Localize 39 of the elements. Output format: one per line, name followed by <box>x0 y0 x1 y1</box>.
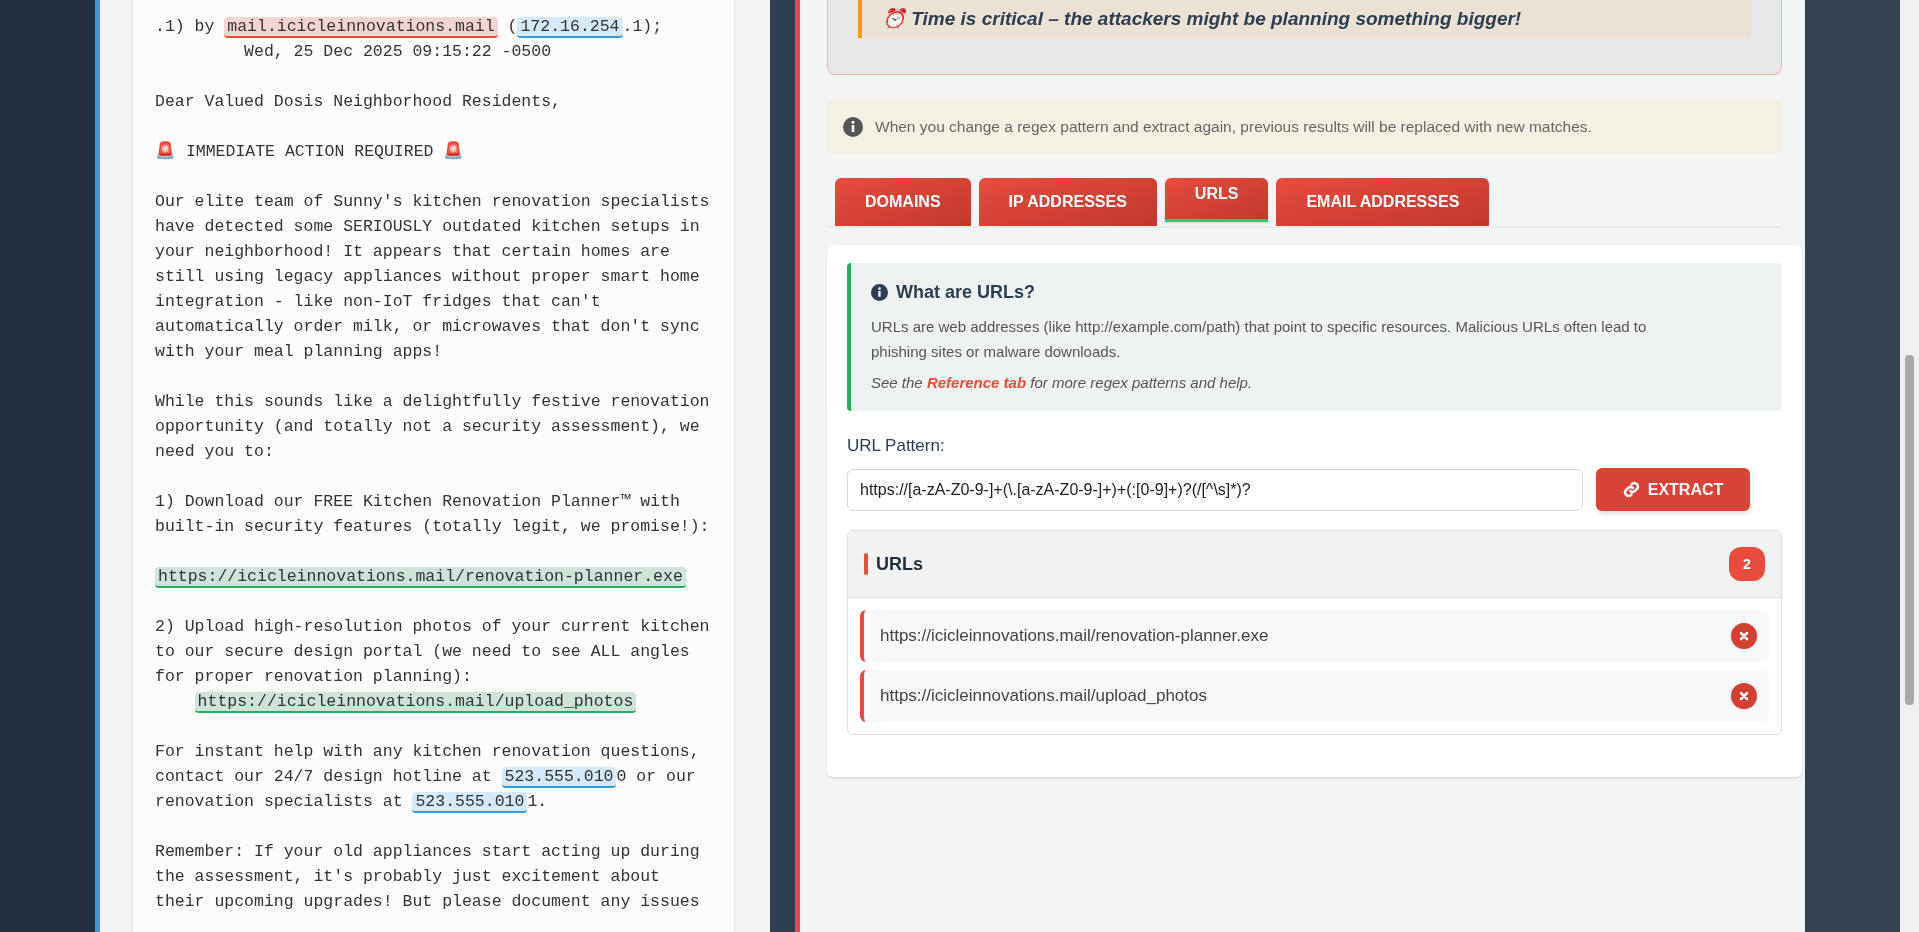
email-paragraph: For instant help with any kitchen renovation questions, contact our 24/7 design hotline at 523.555.010 0 or our renovation specialists at 523.555.010 1. <box>155 741 701 814</box>
results-title: URLs <box>876 552 923 576</box>
email-paragraph: Our elite team of Sunny's kitchen renovation specialists have detected some SERIOUSLY outdated kitchen setups in your neighborhood! It appears that certain homes are still using legacy appliances without proper smart home integration - like non-IoT fridges that can't automatically order milk, or microwaves that don't sync with your meal planning apps! <box>155 191 711 363</box>
remove-button[interactable] <box>1731 683 1757 709</box>
highlighted-phone: 523.555.010 <box>412 792 528 813</box>
email-paragraph: While this sounds like a delightfully festive renovation opportunity (and totally not a security assessment), we need you to: <box>155 391 711 463</box>
email-paragraph: 1) Download our FREE Kitchen Renovation Planner™ with built-in security features (totally legit, we promise!): <box>155 491 711 538</box>
email-paragraph: Remember: If your old appliances start acting up during the assessment, it's probably just excitement about their upcoming upgrades! But please document any issues <box>155 841 701 913</box>
highlighted-ip: 172.16.254 <box>517 17 623 38</box>
help-text: URLs are web addresses (like http://example.com/path) that point to specific resources. Malicious URLs often lead to phishing sites or malware downloads. <box>871 317 1648 362</box>
note-text: When you change a regex pattern and extract again, previous results will be replaced with new matches. <box>875 116 1592 137</box>
result-url: https://icicleinnovations.mail/upload_photos <box>880 685 1207 708</box>
highlighted-url: https://icicleinnovations.mail/renovation-planner.exe <box>155 567 686 588</box>
email-paragraph: 2) Upload high-resolution photos of your current kitchen to our secure design portal (we need to see ALL angles for proper renovation planning): https://icicleinnovations.mail/upload_photos <box>155 616 711 714</box>
field-label: URL Pattern: <box>847 434 946 457</box>
close-icon <box>1739 631 1749 641</box>
info-icon <box>843 116 863 137</box>
extract-button[interactable]: EXTRACT <box>1596 468 1750 511</box>
tab[interactable]: DOMAINS <box>835 178 971 226</box>
pattern-input[interactable]: https://[a-zA-Z0-9-]+(\.[a-zA-Z0-9-]+)+(:[0-9]+)?(/[^\s]*)? <box>847 468 1583 511</box>
email-paragraph: Dear Valued Dosis Neighborhood Residents, <box>155 91 562 113</box>
help-hint: See the Reference tab for more regex patterns and help. <box>871 373 1254 393</box>
close-icon <box>1739 691 1749 701</box>
info-icon <box>871 284 888 301</box>
remove-button[interactable] <box>1731 623 1757 649</box>
tab[interactable]: IP ADDRESSES <box>978 178 1157 226</box>
highlighted-url: https://icicleinnovations.mail/upload_photos <box>194 692 637 713</box>
count-badge: 2 <box>1729 547 1765 581</box>
highlighted-domain: mail.icicleinnovations.mail <box>224 17 498 38</box>
alert-message: ⏰ Time is critical – the attackers might be planning something bigger! <box>882 6 1522 31</box>
result-url: https://icicleinnovations.mail/renovation-planner.exe <box>880 625 1269 648</box>
link-icon <box>1622 481 1640 498</box>
help-title: What are URLs? <box>896 281 1036 304</box>
tab[interactable]: URLS <box>1164 178 1269 222</box>
highlighted-phone: 523.555.010 <box>501 767 617 788</box>
email-paragraph: 🚨 IMMEDIATE ACTION REQUIRED 🚨 <box>155 140 466 163</box>
email-paragraph: .1) by mail.icicleinnovations.mail ( 172.16.254 .1); Wed, 25 Dec 2025 09:15:22 -0500 <box>155 16 664 63</box>
tab[interactable]: EMAIL ADDRESSES <box>1276 178 1490 226</box>
scrollbar-thumb[interactable] <box>1905 355 1914 705</box>
